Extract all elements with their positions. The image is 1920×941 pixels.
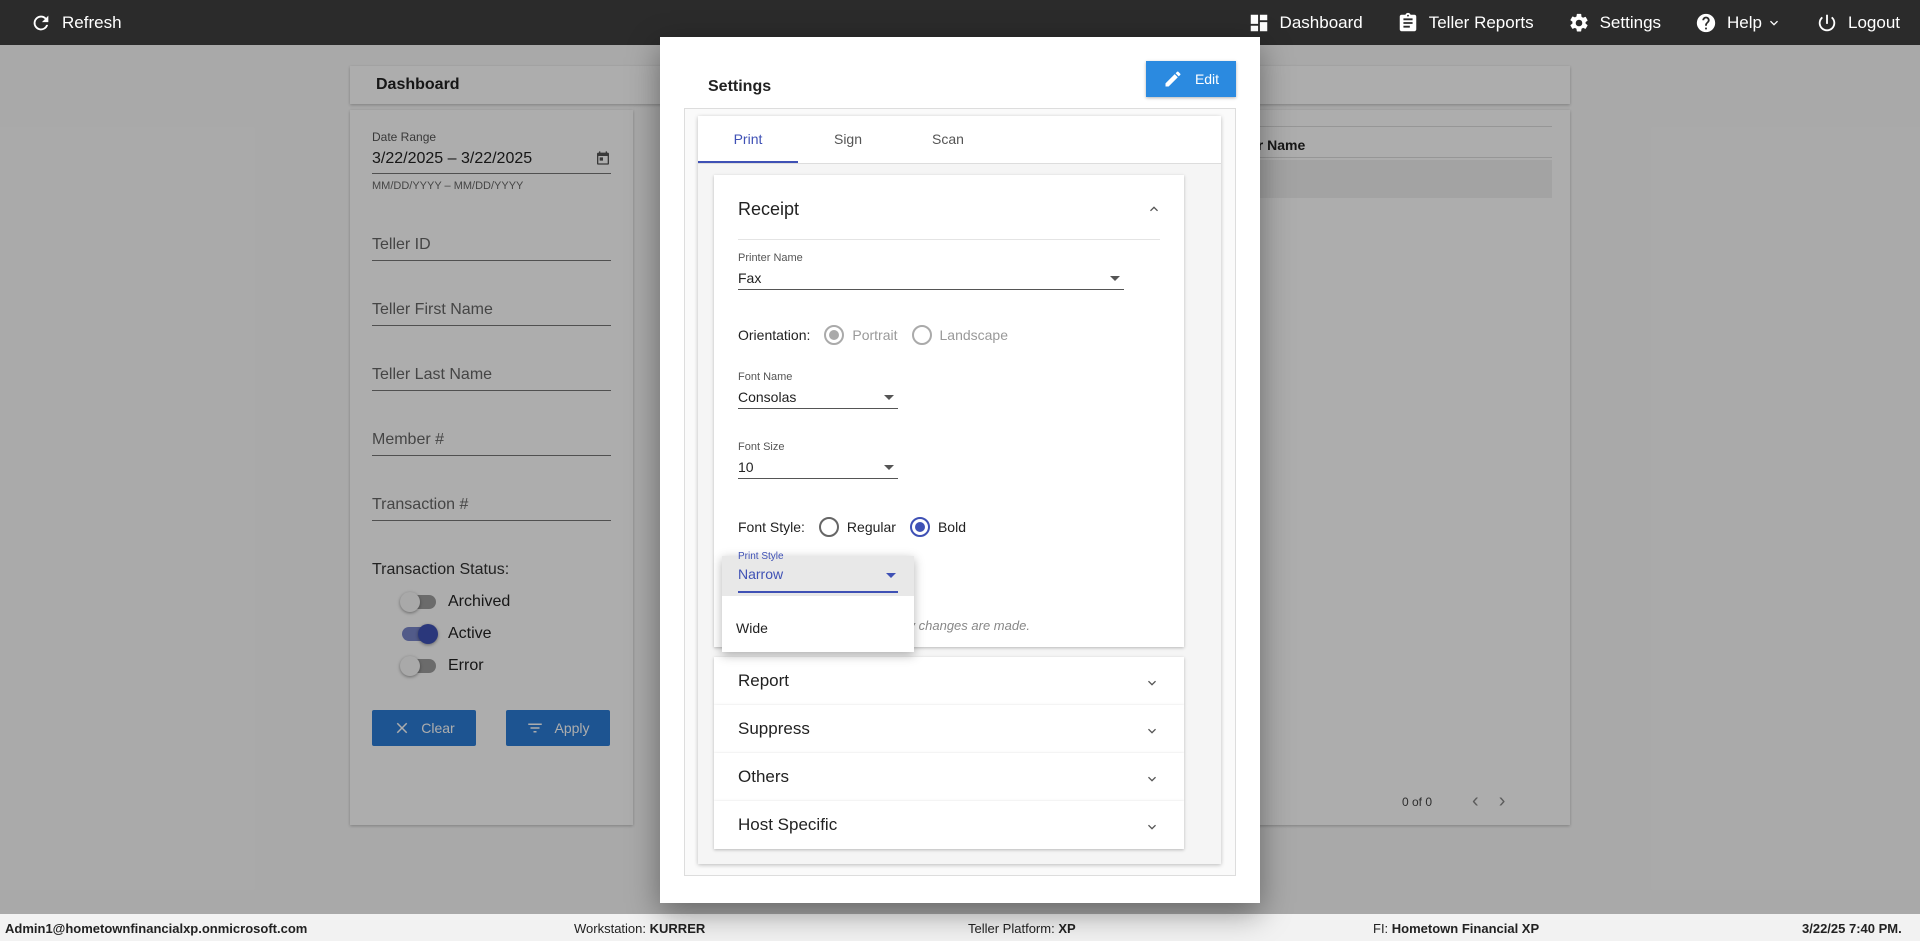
print-style-option-narrow[interactable]: Print Style Narrow — [722, 551, 914, 596]
report-section-title: Report — [738, 671, 790, 690]
tab-scan[interactable]: Scan — [898, 116, 998, 163]
edit-button[interactable]: Edit — [1146, 61, 1236, 97]
dashboard-nav-button[interactable]: Dashboard — [1248, 12, 1363, 34]
teller-reports-nav-button[interactable]: Teller Reports — [1397, 12, 1534, 34]
teller-platform-value: XP — [1058, 921, 1076, 936]
bold-label: Bold — [937, 519, 966, 535]
gear-icon — [1570, 13, 1588, 32]
suppress-section-title: Suppress — [738, 719, 810, 738]
refresh-icon — [33, 15, 49, 30]
print-style-dropdown-menu: Print Style Narrow Wide — [722, 551, 914, 652]
help-nav-button[interactable]: Help — [1695, 12, 1782, 34]
suppress-section[interactable]: Suppress — [714, 705, 1184, 753]
printer-name-select[interactable]: Printer Name Fax — [738, 252, 1124, 290]
host-specific-section[interactable]: Host Specific — [714, 801, 1184, 849]
printer-name-value: Fax — [738, 270, 762, 286]
bold-radio[interactable] — [909, 517, 930, 537]
dialog-title: Settings — [708, 78, 772, 95]
chevron-down-icon — [1770, 20, 1778, 26]
pencil-icon — [1165, 71, 1181, 87]
landscape-label: Landscape — [939, 327, 1009, 343]
dashboard-icon — [1250, 14, 1267, 31]
datetime: 3/22/25 7:40 PM. — [1802, 921, 1902, 936]
settings-tabs: Print Sign Scan Receipt Printer Name Fax… — [698, 116, 1221, 864]
tab-print[interactable]: Print — [698, 116, 798, 163]
clipboard-icon — [1399, 12, 1416, 31]
dashboard-nav-label: Dashboard — [1279, 12, 1363, 32]
workstation-value: KURRER — [649, 921, 706, 936]
regular-label: Regular — [846, 519, 896, 535]
tab-sign[interactable]: Sign — [798, 116, 898, 163]
print-style-option-wide[interactable]: Wide — [722, 608, 914, 648]
print-style-value: Narrow — [738, 566, 784, 582]
orientation-label: Orientation: — [738, 327, 811, 343]
teller-reports-nav-label: Teller Reports — [1428, 12, 1534, 32]
print-tab-content: Receipt Printer Name Fax Orientation: Po… — [698, 164, 1221, 864]
printer-name-label: Printer Name — [738, 252, 803, 264]
report-section[interactable]: Report — [714, 657, 1184, 705]
chevron-down-icon — [1144, 771, 1160, 787]
font-size-label: Font Size — [738, 441, 785, 453]
wide-option-label: Wide — [736, 620, 768, 636]
font-size-select[interactable]: Font Size 10 — [738, 441, 898, 479]
font-name-value: Consolas — [738, 389, 797, 405]
refresh-label: Refresh — [62, 12, 122, 32]
font-style-group: Font Style: Regular Bold — [738, 517, 966, 537]
edit-label: Edit — [1194, 71, 1220, 87]
dropdown-arrow-icon — [884, 465, 894, 470]
teller-platform-label: Teller Platform: — [968, 921, 1055, 936]
logout-button[interactable]: Logout — [1816, 12, 1900, 34]
font-style-label: Font Style: — [738, 519, 805, 535]
receipt-section-title[interactable]: Receipt — [738, 199, 799, 220]
chevron-down-icon — [1144, 723, 1160, 739]
settings-dialog: Settings Edit Print Sign Scan Receipt Pr… — [660, 37, 1260, 903]
font-name-select[interactable]: Font Name Consolas — [738, 371, 898, 409]
help-nav-label: Help — [1727, 12, 1762, 32]
fi-label: FI: — [1373, 921, 1389, 936]
orientation-group: Orientation: Portrait Landscape — [738, 325, 1008, 345]
chevron-down-icon — [1144, 675, 1160, 691]
regular-radio[interactable] — [818, 517, 839, 537]
dropdown-arrow-icon — [884, 395, 894, 400]
print-style-label: Print Style — [738, 551, 784, 562]
landscape-radio[interactable] — [911, 325, 932, 345]
power-icon — [1818, 14, 1836, 31]
settings-nav-button[interactable]: Settings — [1568, 12, 1661, 34]
chevron-up-icon[interactable] — [1146, 201, 1162, 217]
font-name-label: Font Name — [738, 371, 793, 383]
status-bar: Admin1@hometownfinancialxp.onmicrosoft.c… — [0, 914, 1920, 941]
chevron-down-icon — [1144, 819, 1160, 835]
workstation-label: Workstation: — [574, 921, 647, 936]
portrait-radio[interactable] — [824, 325, 845, 345]
current-user: Admin1@hometownfinancialxp.onmicrosoft.c… — [5, 921, 308, 936]
dropdown-arrow-icon — [886, 573, 896, 578]
help-icon — [1696, 13, 1716, 32]
settings-nav-label: Settings — [1599, 12, 1662, 32]
font-size-value: 10 — [738, 459, 754, 475]
others-section-title: Others — [738, 767, 790, 786]
portrait-label: Portrait — [852, 327, 898, 343]
refresh-button[interactable]: Refresh — [30, 12, 122, 34]
others-section[interactable]: Others — [714, 753, 1184, 801]
logout-label: Logout — [1848, 12, 1900, 32]
fi-value: Hometown Financial XP — [1391, 921, 1540, 936]
receipt-section: Receipt Printer Name Fax Orientation: Po… — [714, 175, 1184, 652]
host-specific-section-title: Host Specific — [738, 815, 838, 834]
dropdown-arrow-icon — [1110, 276, 1120, 281]
